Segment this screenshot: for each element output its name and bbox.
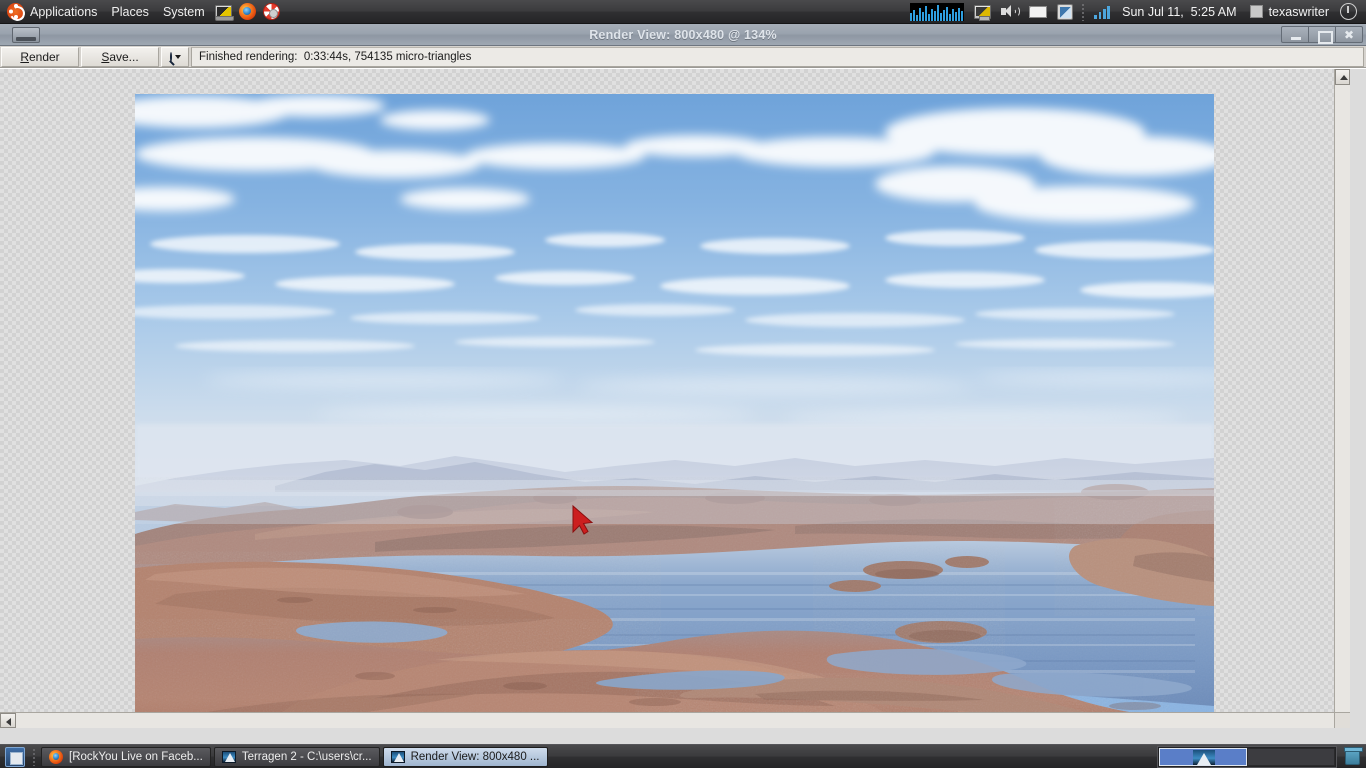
trash-icon[interactable] (1344, 746, 1363, 765)
workspace-switcher[interactable] (1157, 745, 1337, 768)
show-desktop-button[interactable] (5, 746, 25, 767)
window-menu-button[interactable] (12, 26, 40, 43)
terminal-icon (215, 4, 235, 21)
applications-menu-label: Applications (30, 4, 98, 19)
workspace-window-thumbnail (1193, 749, 1215, 765)
shutdown-button[interactable] (1335, 0, 1362, 24)
user-name-label: texaswriter (1268, 4, 1329, 19)
render-canvas-viewport[interactable] (0, 69, 1350, 728)
help-launcher[interactable] (261, 2, 283, 22)
save-accel-letter: S (101, 49, 110, 64)
places-menu[interactable]: Places (104, 0, 156, 24)
render-toolbar: Render Save... Finished rendering: 0:33:… (0, 46, 1366, 68)
bottom-panel-right (1157, 745, 1364, 768)
system-menu-label: System (162, 4, 205, 19)
save-button[interactable]: Save... (81, 46, 159, 67)
ubuntu-logo-icon (7, 3, 24, 20)
render-view-window: Render View: 800x480 @ 134% Render Save.… (0, 24, 1366, 744)
update-applet[interactable] (1052, 0, 1078, 24)
workspace-1[interactable] (1159, 747, 1247, 766)
horizontal-scrollbar[interactable] (0, 712, 1350, 728)
taskbar-item-firefox[interactable]: [RockYou Live on Faceb... (41, 746, 211, 767)
lifesaver-icon (263, 3, 281, 20)
envelope-icon (1029, 5, 1048, 18)
arrow-up-icon (1339, 75, 1348, 80)
taskbar-item-label: Terragen 2 - C:\users\cr... (241, 750, 372, 763)
render-button[interactable]: Render (1, 46, 79, 67)
signal-bars-icon (1094, 5, 1111, 19)
terragen-icon (221, 750, 236, 763)
taskbar-item-terragen[interactable]: Terragen 2 - C:\users\cr... (213, 746, 380, 767)
top-panel: Applications Places System Sun Jul 11, 5… (0, 0, 1366, 24)
scroll-left-button[interactable] (0, 713, 16, 728)
terminal-launcher[interactable] (213, 2, 235, 22)
zoom-dropdown-button[interactable] (161, 46, 189, 67)
system-menu[interactable]: System (156, 0, 212, 24)
rendered-terrain-image[interactable] (135, 94, 1214, 728)
sysmon-graph-icon (910, 2, 965, 21)
update-manager-icon (1057, 3, 1074, 20)
taskbar-handle[interactable] (32, 747, 37, 766)
power-icon (1340, 3, 1357, 20)
window-title: Render View: 800x480 @ 134% (589, 27, 777, 42)
user-menu[interactable]: texaswriter (1244, 5, 1335, 19)
places-menu-label: Places (111, 4, 149, 19)
volume-icon (1001, 4, 1021, 19)
firefox-icon (239, 3, 257, 20)
vertical-scrollbar[interactable] (1334, 69, 1350, 728)
display-applet[interactable] (969, 0, 996, 24)
taskbar-item-label: Render View: 800x480 ... (410, 750, 540, 763)
mail-applet[interactable] (1024, 0, 1052, 24)
scrollbar-corner (1334, 712, 1350, 728)
user-status-icon (1249, 5, 1263, 18)
terragen-icon (390, 750, 405, 763)
close-button[interactable] (1335, 26, 1363, 44)
chevron-down-icon (174, 54, 181, 59)
taskbar-item-render-view[interactable]: Render View: 800x480 ... (382, 746, 548, 767)
tray-handle[interactable] (1081, 2, 1087, 21)
minimize-button[interactable] (1281, 26, 1309, 43)
render-button-rest: ender (28, 49, 60, 64)
scroll-up-button[interactable] (1335, 69, 1350, 85)
render-accel-letter: R (20, 49, 29, 64)
notification-tray: Sun Jul 11, 5:25 AM texaswriter (905, 0, 1366, 24)
applications-menu[interactable]: Applications (0, 0, 104, 24)
magnifier-icon (169, 51, 172, 62)
save-button-rest: ave... (109, 49, 139, 64)
display-icon (974, 4, 992, 21)
window-controls (1281, 26, 1363, 44)
clock[interactable]: Sun Jul 11, 5:25 AM (1115, 5, 1243, 19)
volume-applet[interactable] (996, 0, 1024, 24)
arrow-left-icon (6, 717, 11, 726)
window-titlebar[interactable]: Render View: 800x480 @ 134% (0, 24, 1366, 46)
firefox-icon (49, 749, 63, 764)
bottom-panel: [RockYou Live on Faceb... Terragen 2 - C… (0, 744, 1366, 768)
taskbar-item-label: [RockYou Live on Faceb... (69, 750, 203, 763)
render-status-text: Finished rendering: 0:33:44s, 754135 mic… (191, 46, 1364, 67)
network-applet[interactable] (1089, 0, 1115, 24)
maximize-button[interactable] (1308, 26, 1336, 44)
workspace-2[interactable] (1247, 747, 1335, 766)
firefox-launcher[interactable] (237, 2, 259, 22)
system-monitor-applet[interactable] (905, 0, 969, 24)
canvas-area (0, 69, 1366, 744)
